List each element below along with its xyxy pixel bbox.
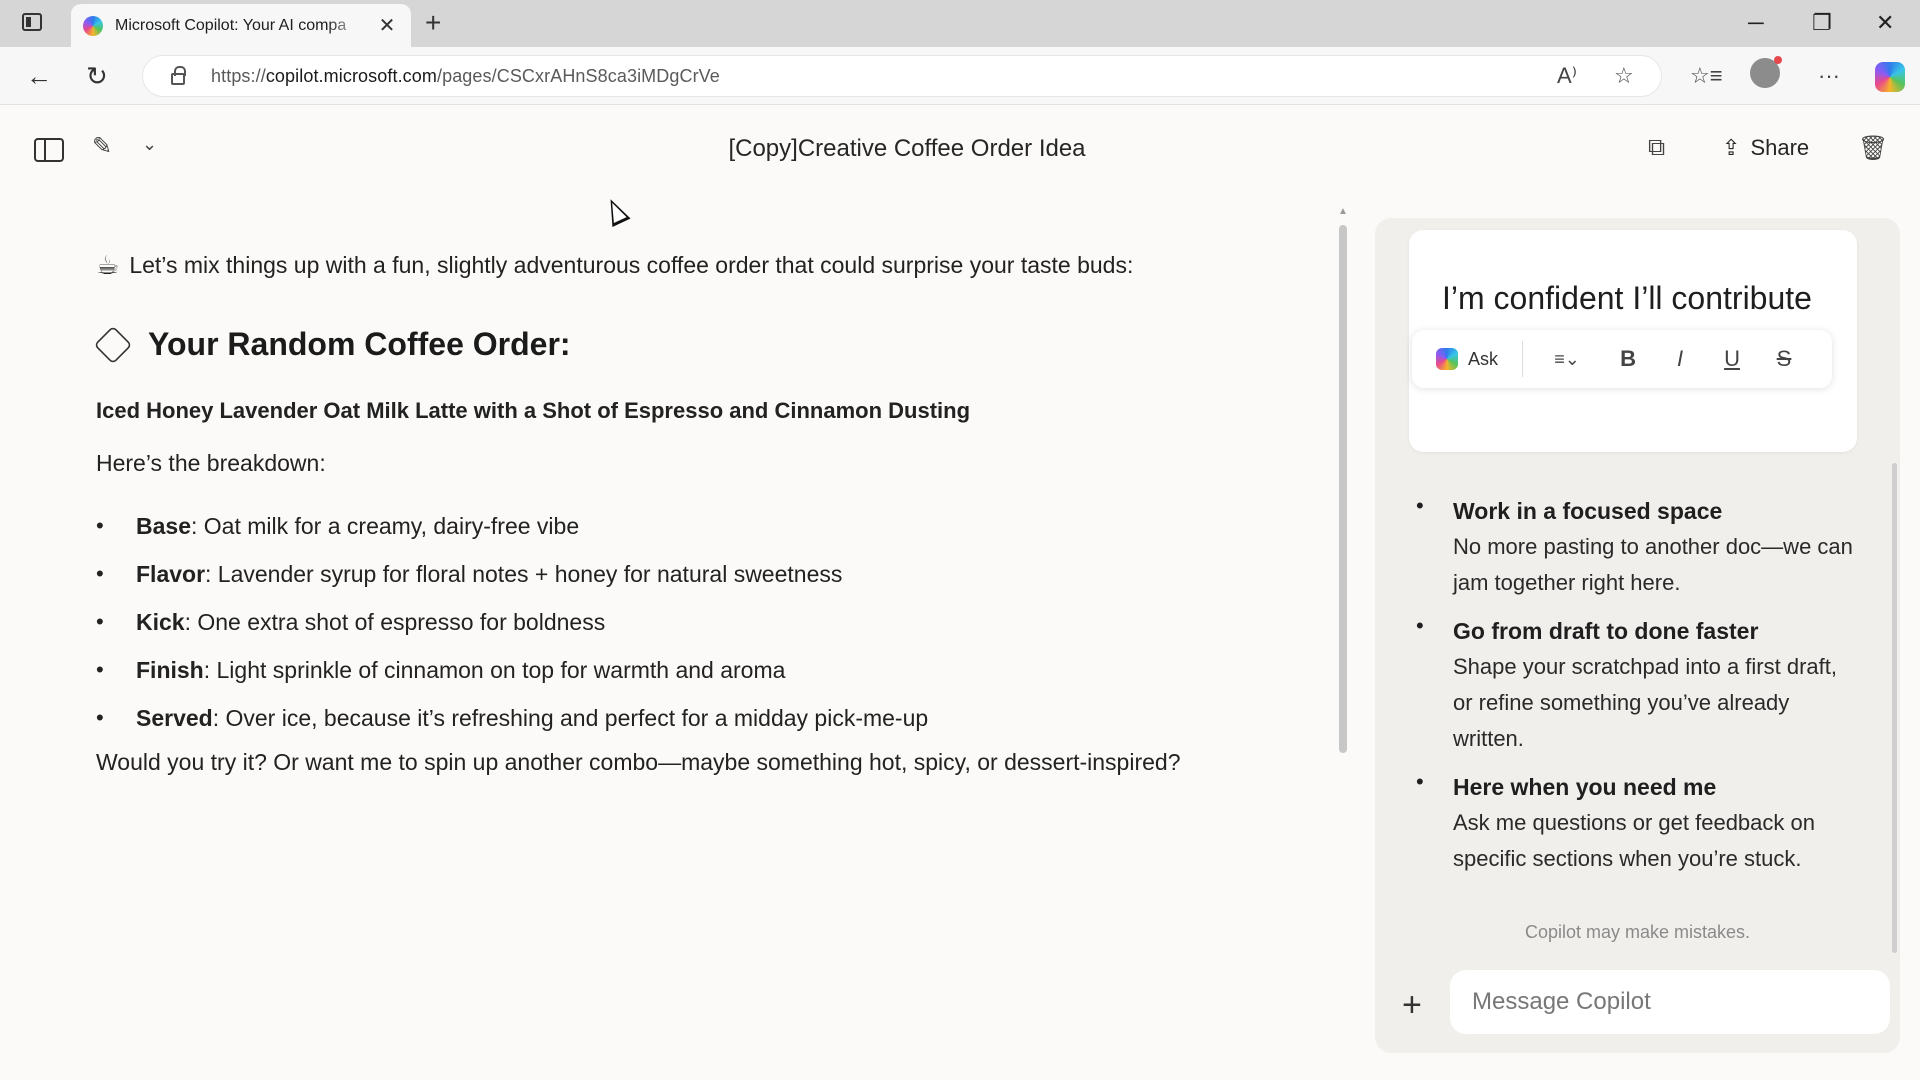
feature-title: Here when you need me [1453, 774, 1717, 800]
lock-icon[interactable] [171, 66, 186, 85]
disclaimer-text: Copilot may make mistakes. [1524, 922, 1751, 942]
paragraph-format-icon[interactable]: ≡⌄ [1547, 349, 1587, 370]
favorites-list-icon[interactable]: ☆≡ [1690, 63, 1723, 89]
more-options-icon[interactable]: ··· [1818, 63, 1840, 89]
feature-desc: Ask me questions or get feedback on spec… [1453, 810, 1815, 871]
share-button[interactable]: ⇪ Share [1722, 135, 1809, 161]
feature-title: Go from draft to done faster [1453, 618, 1759, 644]
breakdown-label: Here’s the breakdown: [96, 450, 326, 476]
list-item: Here when you need me Ask me questions o… [1414, 769, 1854, 877]
page-title: [Copy]Creative Coffee Order Idea [728, 135, 1086, 162]
response-heading: Your Random Coffee Order: [93, 325, 571, 364]
add-plus-icon[interactable]: + [1402, 986, 1422, 1025]
bold-button[interactable]: B [1617, 346, 1639, 372]
copilot-icon [1436, 348, 1458, 370]
favorite-star-icon[interactable]: ☆ [1614, 63, 1634, 89]
address-bar[interactable]: https://copilot.microsoft.com/pages/CSCx… [142, 55, 1662, 97]
panel-scrollbar[interactable] [1892, 463, 1897, 953]
closing-question: Would you try it? Or want me to spin up … [96, 749, 1181, 775]
intro-text: Let’s mix things up with a fun, slightly… [129, 252, 1134, 278]
list-item: • Kick: One extra shot of espresso for bo… [96, 608, 606, 635]
copy-page-icon[interactable]: ⧉ [1648, 134, 1665, 162]
copilot-page-panel: I’m confident I’ll contribute Ask ≡⌄ B I… [1375, 218, 1900, 1053]
coffee-cup-icon: ☕ [96, 250, 120, 280]
copilot-sidebar-icon[interactable] [1875, 62, 1905, 92]
mouse-cursor-icon [601, 194, 631, 228]
feature-desc: No more pasting to another doc—we can ja… [1453, 534, 1853, 595]
share-label: Share [1750, 135, 1810, 160]
format-toolbar: Ask ≡⌄ B I U S [1412, 330, 1832, 388]
copilot-favicon-icon [83, 15, 103, 36]
scroll-up-arrow-icon[interactable]: ▲ [1338, 206, 1348, 217]
restore-icon[interactable]: ❐ [1812, 8, 1832, 38]
message-input[interactable]: Message Copilot [1450, 970, 1890, 1034]
list-item: Work in a focused space No more pasting … [1414, 493, 1854, 601]
feature-desc: Shape your scratchpad into a first draft… [1453, 654, 1837, 751]
list-item: • Served: Over ice, because it’s refreshi… [96, 704, 929, 731]
list-item: • Finish: Light sprinkle of cinnamon on t… [96, 656, 786, 683]
refresh-icon[interactable]: ↻ [86, 61, 108, 91]
intro-line: ☕ Let’s mix things up with a fun, slight… [96, 250, 1246, 281]
read-aloud-icon[interactable]: A⁾ [1557, 63, 1577, 89]
list-item: • Base: Oat milk for a creamy, dairy-free… [96, 512, 580, 539]
browser-toolbar: ← ↻ https://copilot.microsoft.com/pages/… [0, 47, 1920, 105]
tab-actions-icon[interactable] [22, 13, 42, 31]
minimize-icon[interactable]: ─ [1748, 8, 1764, 38]
feature-title: Work in a focused space [1453, 498, 1723, 524]
toolbar-divider [1522, 341, 1524, 377]
feature-list: Work in a focused space No more pasting … [1414, 493, 1854, 889]
url-text[interactable]: https://copilot.microsoft.com/pages/CSCx… [211, 66, 720, 87]
ask-label: Ask [1468, 348, 1499, 369]
list-item: Go from draft to done faster Shape your … [1414, 613, 1854, 757]
chat-response: ☕ Let’s mix things up with a fun, slight… [93, 250, 1246, 775]
profile-avatar[interactable] [1750, 56, 1782, 88]
editor-text[interactable]: I’m confident I’ll contribute [1442, 280, 1812, 317]
content-scrollbar[interactable] [1339, 225, 1347, 753]
response-heading-text: Your Random Coffee Order: [148, 326, 571, 362]
italic-button[interactable]: I [1669, 346, 1691, 372]
tab-close-icon[interactable]: ✕ [375, 13, 399, 38]
browser-tab-bar: Microsoft Copilot: Your AI compa ✕ + ─ ❐… [0, 0, 1920, 47]
trash-icon[interactable]: 🗑 [1858, 134, 1888, 163]
new-tab-icon[interactable]: + [425, 8, 441, 38]
window-close-icon[interactable]: ✕ [1876, 8, 1894, 38]
order-name: Iced Honey Lavender Oat Milk Latte with … [96, 398, 971, 423]
dice-icon [93, 325, 133, 364]
ask-copilot-button[interactable]: Ask [1436, 348, 1498, 370]
strikethrough-button[interactable]: S [1773, 346, 1795, 372]
underline-button[interactable]: U [1721, 346, 1743, 372]
share-icon: ⇪ [1722, 135, 1741, 160]
tab-title: Microsoft Copilot: Your AI compa [115, 16, 347, 34]
breakdown-list: • Base: Oat milk for a creamy, dairy-free… [96, 502, 928, 742]
back-arrow-icon[interactable]: ← [26, 61, 52, 91]
browser-tab-active[interactable]: Microsoft Copilot: Your AI compa ✕ [71, 4, 411, 47]
list-item: • Flavor: Lavender syrup for floral notes… [96, 560, 843, 587]
